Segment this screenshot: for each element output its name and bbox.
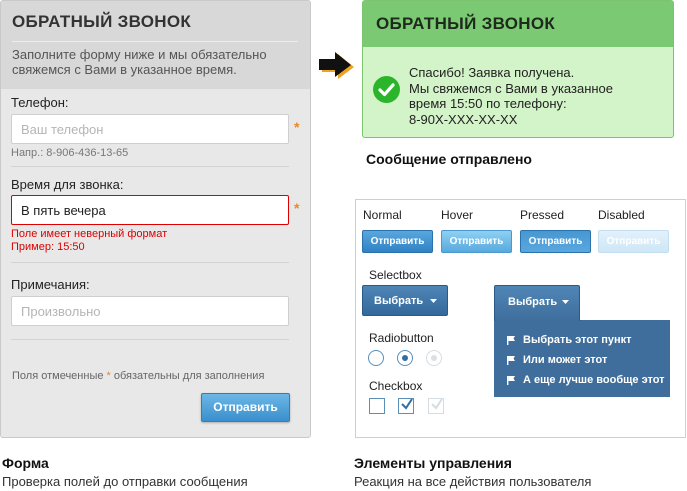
caption-subtitle: Реакция на все действия пользователя xyxy=(354,474,592,489)
checkbox-label: Checkbox xyxy=(369,379,423,393)
phone-input[interactable]: Ваш телефон xyxy=(11,114,289,144)
form-caption: Форма Проверка полей до отправки сообщен… xyxy=(2,455,248,489)
state-label-disabled: Disabled xyxy=(598,208,645,222)
checkbox-checked[interactable] xyxy=(398,398,414,414)
radio-dot-icon xyxy=(431,355,437,361)
state-label-normal: Normal xyxy=(363,208,402,222)
checkbox-disabled xyxy=(428,398,444,414)
time-error-message: Поле имеет неверный формат xyxy=(11,228,168,240)
button-disabled: Отправить xyxy=(598,230,669,253)
time-required-mark: * xyxy=(294,200,300,216)
controls-caption: Элементы управления Реакция на все дейст… xyxy=(354,455,591,489)
success-caption: Сообщение отправлено xyxy=(366,151,532,167)
flag-icon xyxy=(507,336,515,345)
checkmark-icon xyxy=(431,398,443,410)
phone-label: Телефон: xyxy=(11,95,69,110)
divider xyxy=(11,166,289,167)
chevron-down-icon xyxy=(430,299,437,303)
time-label: Время для звонка: xyxy=(11,177,124,192)
success-title: ОБРАТНЫЙ ЗВОНОК xyxy=(376,14,556,33)
divider xyxy=(11,262,289,263)
radio-unchecked[interactable] xyxy=(368,350,384,366)
radio-dot-icon xyxy=(402,355,408,361)
select-label: Выбрать xyxy=(374,295,424,307)
phone-hint: Напр.: 8-906-436-13-65 xyxy=(11,147,129,159)
time-error-example: Пример: 15:50 xyxy=(11,241,85,253)
radio-checked[interactable] xyxy=(397,350,413,366)
form-title: ОБРАТНЫЙ ЗВОНОК xyxy=(12,12,192,31)
time-input[interactable]: В пять вечера xyxy=(11,195,289,225)
form-description: Заполните форму ниже и мы обязательно св… xyxy=(12,47,267,77)
divider xyxy=(11,339,289,340)
state-label-pressed: Pressed xyxy=(520,208,565,222)
submit-button[interactable]: Отправить xyxy=(201,393,290,422)
arrow-right-icon xyxy=(319,52,354,79)
flag-icon xyxy=(507,356,515,365)
chevron-down-icon xyxy=(562,300,569,304)
button-hover[interactable]: Отправить xyxy=(441,230,512,253)
radiobutton-label: Radiobutton xyxy=(369,331,434,345)
notes-label: Примечания: xyxy=(11,277,90,292)
select-label: Выбрать xyxy=(508,296,558,308)
radio-disabled xyxy=(426,350,442,366)
checkbox-unchecked[interactable] xyxy=(369,398,385,414)
button-normal[interactable]: Отправить xyxy=(362,230,433,253)
selectbox-open[interactable]: Выбрать xyxy=(494,285,580,321)
checkmark-icon xyxy=(401,398,413,410)
check-circle-icon xyxy=(373,76,400,103)
notes-input[interactable]: Произвольно xyxy=(11,296,289,326)
form-title-divider xyxy=(12,41,298,42)
state-label-hover: Hover xyxy=(441,208,474,222)
selectbox-label: Selectbox xyxy=(369,268,422,282)
caption-title: Форма xyxy=(2,455,49,471)
success-message-panel: ОБРАТНЫЙ ЗВОНОК Спасибо! Заявка получена… xyxy=(362,0,674,138)
button-pressed[interactable]: Отправить xyxy=(520,230,591,253)
phone-required-mark: * xyxy=(294,119,300,135)
callback-form: ОБРАТНЫЙ ЗВОНОК Заполните форму ниже и м… xyxy=(0,0,311,438)
success-text: Спасибо! Заявка получена. Мы свяжемся с … xyxy=(409,65,614,127)
flag-icon xyxy=(507,376,515,385)
caption-title: Элементы управления xyxy=(354,455,512,471)
required-footnote: Поля отмеченные * обязательны для заполн… xyxy=(12,370,265,382)
selectbox-closed[interactable]: Выбрать xyxy=(362,285,448,316)
caption-subtitle: Проверка полей до отправки сообщения xyxy=(2,474,248,489)
